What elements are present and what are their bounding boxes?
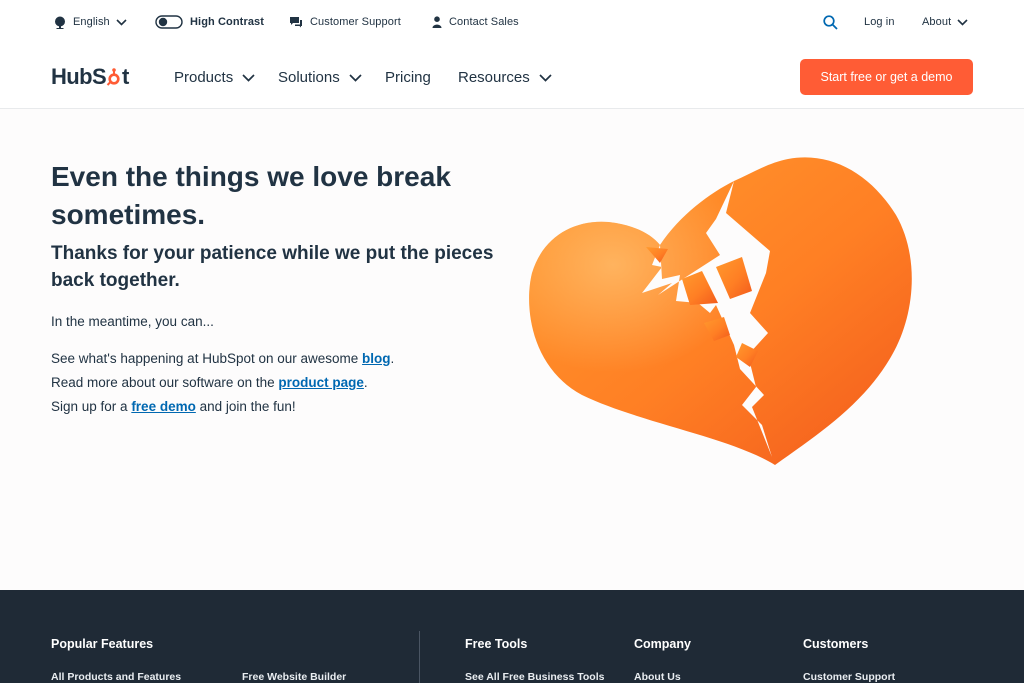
high-contrast-toggle[interactable]: High Contrast: [155, 14, 264, 30]
nav-solutions-label: Solutions: [278, 68, 340, 86]
blog-line-end: .: [390, 351, 395, 366]
person-icon: [432, 16, 442, 28]
footer-heading-company: Company: [634, 637, 691, 651]
search-icon: [823, 14, 838, 30]
footer-link-about-us[interactable]: About Us: [634, 671, 681, 683]
main-navigation: Hub St Products Solutions Pricing Resourc…: [0, 44, 1024, 109]
language-selector[interactable]: English: [54, 14, 127, 30]
high-contrast-label: High Contrast: [190, 16, 265, 28]
chevron-down-icon: [349, 69, 362, 86]
customer-support-link[interactable]: Customer Support: [289, 14, 401, 30]
start-free-button[interactable]: Start free or get a demo: [800, 59, 973, 95]
chevron-down-icon: [539, 69, 552, 86]
demo-line-end: and join the fun!: [195, 399, 296, 414]
footer-heading-free-tools: Free Tools: [465, 637, 528, 651]
utility-bar: English High Contrast Customer Support C…: [0, 0, 1024, 44]
product-line: Read more about our software on the prod…: [51, 374, 368, 392]
broken-heart-icon: [520, 155, 920, 470]
site-footer: Popular Features Free Tools Company Cust…: [0, 590, 1024, 683]
nav-products[interactable]: Products: [174, 67, 255, 87]
nav-pricing[interactable]: Pricing: [385, 67, 431, 87]
logo-wordmark: Hub: [51, 64, 93, 89]
demo-line-text: Sign up for a: [51, 399, 132, 414]
contact-sales-label: Contact Sales: [449, 16, 519, 28]
footer-divider: [419, 631, 420, 683]
chevron-down-icon: [957, 18, 968, 26]
chevron-down-icon: [116, 18, 127, 26]
footer-link-website-builder[interactable]: Free Website Builder: [242, 671, 346, 683]
language-label: English: [73, 16, 110, 28]
footer-link-all-products[interactable]: All Products and Features: [51, 671, 181, 683]
nav-resources-label: Resources: [458, 68, 530, 86]
footer-link-free-tools[interactable]: See All Free Business Tools: [465, 671, 604, 683]
product-line-text: Read more about our software on the: [51, 375, 279, 390]
contact-sales-link[interactable]: Contact Sales: [432, 14, 519, 30]
toggle-icon: [155, 15, 183, 29]
about-menu[interactable]: About: [922, 14, 968, 30]
footer-link-customer-support[interactable]: Customer Support: [803, 671, 895, 683]
page-title: Even the things we love break sometimes.: [51, 161, 451, 230]
blog-link[interactable]: blog: [362, 351, 391, 366]
blog-line: See what's happening at HubSpot on our a…: [51, 350, 394, 368]
globe-icon: [54, 16, 66, 29]
blog-line-text: See what's happening at HubSpot on our a…: [51, 351, 363, 366]
chevron-down-icon: [242, 69, 255, 86]
chat-bubble-icon: [289, 16, 303, 28]
footer-heading-customers: Customers: [803, 637, 869, 651]
nav-pricing-label: Pricing: [385, 68, 431, 86]
footer-heading-popular-features: Popular Features: [51, 637, 154, 651]
customer-support-label: Customer Support: [310, 16, 401, 28]
login-label: Log in: [864, 16, 895, 28]
nav-products-label: Products: [174, 68, 234, 86]
hubspot-logo[interactable]: Hub St: [51, 63, 129, 91]
page-subtitle: Thanks for your patience while we put th…: [51, 243, 494, 291]
search-button[interactable]: [823, 14, 838, 30]
nav-resources[interactable]: Resources: [458, 67, 552, 87]
intro-text: In the meantime, you can...: [51, 314, 214, 329]
login-link[interactable]: Log in: [864, 14, 895, 30]
about-label: About: [922, 16, 952, 28]
product-line-end: .: [363, 375, 368, 390]
product-page-link[interactable]: product page: [278, 375, 364, 390]
free-demo-link[interactable]: free demo: [131, 399, 196, 414]
sprocket-icon: [106, 68, 122, 86]
nav-solutions[interactable]: Solutions: [278, 67, 362, 87]
demo-line: Sign up for a free demo and join the fun…: [51, 398, 296, 416]
